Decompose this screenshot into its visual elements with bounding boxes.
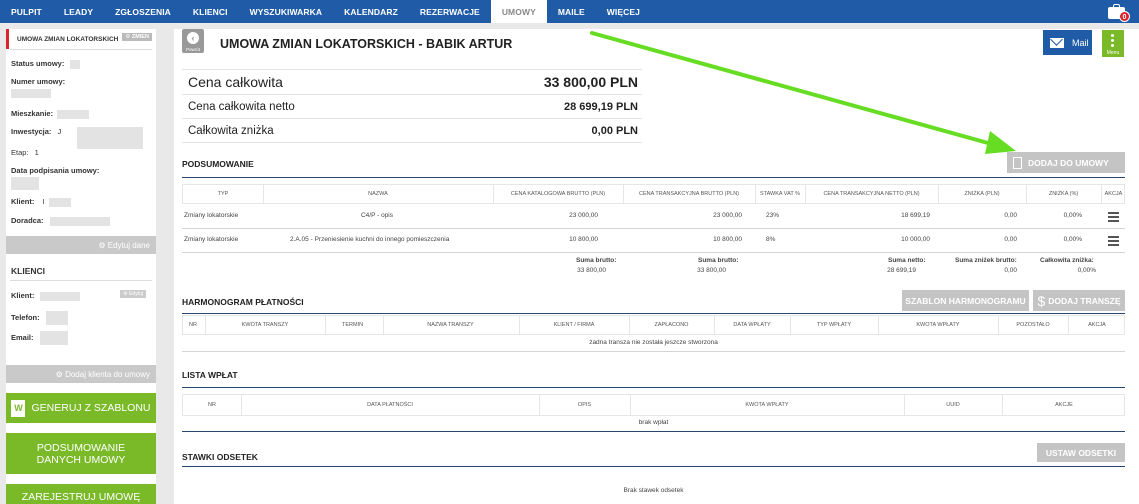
- menu-button[interactable]: Menu: [1102, 30, 1124, 57]
- summary-data-button[interactable]: PODSUMOWANIE DANYCH UMOWY: [6, 433, 156, 474]
- schedule-section-title: HARMONOGRAM PŁATNOŚCI: [182, 297, 304, 307]
- advisor-row: Doradca:: [6, 216, 156, 226]
- apartment-row: Mieszkanie:: [6, 109, 156, 119]
- clients-section-title: KLIENCI: [11, 266, 45, 276]
- add-client-button[interactable]: ⚙ Dodaj klienta do umowy: [6, 365, 156, 383]
- payments-section-title: LISTA WPŁAT: [182, 370, 238, 380]
- sidebar-header: UMOWA ZMIAN LOKATORSKICH ⚙ ZMIEN: [6, 29, 156, 49]
- interest-section-title: STAWKI ODSETEK: [182, 452, 258, 462]
- mail-button[interactable]: Mail: [1043, 30, 1092, 55]
- client-row: Klient: I: [6, 197, 156, 207]
- investment-row: Inwestycja: J: [6, 127, 156, 149]
- change-badge[interactable]: ⚙ ZMIEN: [122, 33, 152, 41]
- add-to-contract-button[interactable]: DODAJ DO UMOWY: [1007, 152, 1125, 173]
- price-summary: Cena całkowita 33 800,00 PLN Cena całkow…: [182, 69, 642, 143]
- document-icon: [1013, 156, 1022, 169]
- nav-rezerwacje[interactable]: REZERWACJE: [409, 0, 491, 23]
- generate-template-button[interactable]: W GENERUJ Z SZABLONU: [6, 393, 156, 423]
- add-tranche-button[interactable]: $ DODAJ TRANSZĘ: [1033, 290, 1125, 311]
- summary-table-header: TYP NAZWA CENA KATALOGOWA BRUTTO (PLN) C…: [182, 184, 1125, 204]
- envelope-icon: [1050, 37, 1064, 48]
- page-title: UMOWA ZMIAN LOKATORSKICH - BABIK ARTUR: [220, 37, 513, 51]
- email-row: Email:: [6, 331, 156, 345]
- price-discount-row: Całkowita zniżka 0,00 PLN: [182, 119, 642, 143]
- notification-badge: 0: [1119, 11, 1130, 22]
- row-menu-icon[interactable]: [1108, 212, 1119, 224]
- schedule-template-button[interactable]: SZABLON HARMONOGRAMU: [902, 290, 1029, 311]
- main-panel: ‹ Powrót UMOWA ZMIAN LOKATORSKICH - BABI…: [174, 29, 1139, 504]
- price-net-row: Cena całkowita netto 28 699,19 PLN: [182, 95, 642, 119]
- nav-wiecej[interactable]: WIĘCEJ: [596, 0, 651, 23]
- row-menu-icon[interactable]: [1108, 236, 1119, 248]
- nav-wyszukiwarka[interactable]: WYSZUKIWARKA: [239, 0, 334, 23]
- briefcase-icon[interactable]: 0: [1107, 2, 1130, 22]
- price-total-row: Cena całkowita 33 800,00 PLN: [182, 70, 642, 95]
- back-button[interactable]: ‹ Powrót: [182, 29, 204, 53]
- stage-row: Etap: 1: [11, 148, 39, 157]
- nav-pulpit[interactable]: PULPIT: [0, 0, 53, 23]
- schedule-empty-message: żadna transza nie została jeszcze stworz…: [589, 339, 718, 346]
- interest-empty-message: Brak stawek odsetek: [623, 487, 684, 494]
- number-label: Numer umowy:: [11, 77, 66, 86]
- nav-leady[interactable]: LEADY: [53, 0, 104, 23]
- word-doc-icon: W: [11, 399, 26, 417]
- set-interest-button[interactable]: USTAW ODSETKI: [1037, 443, 1125, 462]
- nav-zgloszenia[interactable]: ZGŁOSZENIA: [104, 0, 182, 23]
- summary-section-title: PODSUMOWANIE: [182, 159, 254, 169]
- nav-umowy[interactable]: UMOWY: [490, 0, 547, 23]
- top-navigation: PULPIT LEADY ZGŁOSZENIA KLIENCI WYSZUKIW…: [0, 0, 1139, 23]
- nav-maile[interactable]: MAILE: [547, 0, 596, 23]
- kebab-icon: [1111, 34, 1114, 49]
- client-edit-badge[interactable]: ⚙ Edytuj: [120, 290, 146, 298]
- contract-sidebar: UMOWA ZMIAN LOKATORSKICH ⚙ ZMIEN Status …: [6, 29, 156, 504]
- back-arrow-icon: ‹: [187, 32, 199, 44]
- dollar-icon: $: [1037, 292, 1046, 309]
- sidebar-title: UMOWA ZMIAN LOKATORSKICH: [17, 35, 119, 43]
- payments-empty-message: brak wpłat: [638, 419, 669, 426]
- sign-date-label: Data podpisania umowy:: [11, 166, 100, 175]
- nav-klienci[interactable]: KLIENCI: [182, 0, 239, 23]
- schedule-table-header: NR KWOTA TRANSZY TERMIN NAZWA TRANSZY KL…: [182, 315, 1125, 335]
- phone-row: Telefon:: [6, 311, 156, 325]
- status-row: Status umowy:: [6, 59, 156, 69]
- edit-data-button[interactable]: ⚙ Edytuj dane: [6, 236, 156, 254]
- nav-kalendarz[interactable]: KALENDARZ: [333, 0, 409, 23]
- register-contract-button[interactable]: ZAREJESTRUJ UMOWĘ: [6, 484, 156, 504]
- payments-table-header: NR DATA PŁATNOŚCI OPIS KWOTA WPŁATY UUID…: [182, 394, 1125, 416]
